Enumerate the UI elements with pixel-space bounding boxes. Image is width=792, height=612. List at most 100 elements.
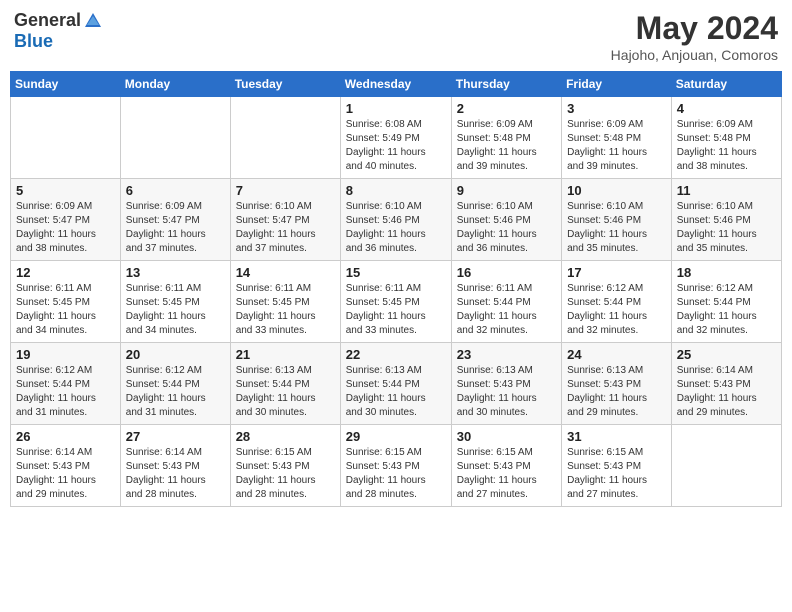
day-info: Sunrise: 6:10 AM Sunset: 5:46 PM Dayligh… bbox=[457, 200, 556, 256]
day-info: Sunrise: 6:11 AM Sunset: 5:45 PM Dayligh… bbox=[346, 282, 446, 338]
header-wednesday: Wednesday bbox=[340, 72, 451, 97]
week-row-4: 19 Sunrise: 6:12 AM Sunset: 5:44 PM Dayli… bbox=[11, 343, 782, 425]
day-info: Sunrise: 6:09 AM Sunset: 5:47 PM Dayligh… bbox=[126, 200, 225, 256]
calendar-cell bbox=[120, 97, 230, 179]
day-number: 25 bbox=[677, 347, 776, 362]
header-sunday: Sunday bbox=[11, 72, 121, 97]
day-number: 16 bbox=[457, 265, 556, 280]
day-number: 2 bbox=[457, 101, 556, 116]
day-info: Sunrise: 6:10 AM Sunset: 5:46 PM Dayligh… bbox=[677, 200, 776, 256]
day-info: Sunrise: 6:15 AM Sunset: 5:43 PM Dayligh… bbox=[457, 446, 556, 502]
calendar-cell: 14Sunrise: 6:11 AM Sunset: 5:45 PM Dayli… bbox=[230, 261, 340, 343]
day-number: 22 bbox=[346, 347, 446, 362]
day-info: Sunrise: 6:14 AM Sunset: 5:43 PM Dayligh… bbox=[677, 364, 776, 420]
week-row-1: 1 Sunrise: 6:08 AM Sunset: 5:49 PM Daylig… bbox=[11, 97, 782, 179]
day-info: Sunrise: 6:13 AM Sunset: 5:43 PM Dayligh… bbox=[457, 364, 556, 420]
logo-general-text: General bbox=[14, 10, 81, 31]
day-number: 4 bbox=[677, 101, 776, 116]
week-row-2: 5Sunrise: 6:09 AM Sunset: 5:47 PM Daylig… bbox=[11, 179, 782, 261]
day-info: Sunrise: 6:15 AM Sunset: 5:43 PM Dayligh… bbox=[567, 446, 666, 502]
day-info: Sunrise: 6:10 AM Sunset: 5:46 PM Dayligh… bbox=[346, 200, 446, 256]
day-number: 24 bbox=[567, 347, 666, 362]
calendar-cell: 7 Sunrise: 6:10 AM Sunset: 5:47 PM Daylig… bbox=[230, 179, 340, 261]
header-monday: Monday bbox=[120, 72, 230, 97]
logo: General Blue bbox=[14, 10, 103, 52]
calendar-cell bbox=[11, 97, 121, 179]
day-info: Sunrise: 6:09 AM Sunset: 5:48 PM Dayligh… bbox=[457, 118, 556, 174]
day-info: Sunrise: 6:10 AM Sunset: 5:46 PM Dayligh… bbox=[567, 200, 666, 256]
day-number: 20 bbox=[126, 347, 225, 362]
day-number: 13 bbox=[126, 265, 225, 280]
day-info: Sunrise: 6:09 AM Sunset: 5:48 PM Dayligh… bbox=[567, 118, 666, 174]
day-number: 15 bbox=[346, 265, 446, 280]
calendar-cell: 9 Sunrise: 6:10 AM Sunset: 5:46 PM Daylig… bbox=[451, 179, 561, 261]
day-number: 29 bbox=[346, 429, 446, 444]
calendar-cell: 26 Sunrise: 6:14 AM Sunset: 5:43 PM Dayli… bbox=[11, 425, 121, 507]
calendar-cell: 1 Sunrise: 6:08 AM Sunset: 5:49 PM Daylig… bbox=[340, 97, 451, 179]
calendar-cell: 29 Sunrise: 6:15 AM Sunset: 5:43 PM Dayli… bbox=[340, 425, 451, 507]
calendar-cell: 23 Sunrise: 6:13 AM Sunset: 5:43 PM Dayli… bbox=[451, 343, 561, 425]
calendar-cell: 18 Sunrise: 6:12 AM Sunset: 5:44 PM Dayli… bbox=[671, 261, 781, 343]
calendar-cell: 21 Sunrise: 6:13 AM Sunset: 5:44 PM Dayli… bbox=[230, 343, 340, 425]
day-info: Sunrise: 6:12 AM Sunset: 5:44 PM Dayligh… bbox=[677, 282, 776, 338]
calendar-cell: 10 Sunrise: 6:10 AM Sunset: 5:46 PM Dayli… bbox=[562, 179, 672, 261]
calendar-cell: 25 Sunrise: 6:14 AM Sunset: 5:43 PM Dayli… bbox=[671, 343, 781, 425]
day-number: 10 bbox=[567, 183, 666, 198]
day-info: Sunrise: 6:08 AM Sunset: 5:49 PM Dayligh… bbox=[346, 118, 446, 174]
day-number: 7 bbox=[236, 183, 335, 198]
day-number: 12 bbox=[16, 265, 115, 280]
calendar-cell bbox=[671, 425, 781, 507]
day-number: 23 bbox=[457, 347, 556, 362]
calendar-cell: 6 Sunrise: 6:09 AM Sunset: 5:47 PM Daylig… bbox=[120, 179, 230, 261]
header-thursday: Thursday bbox=[451, 72, 561, 97]
day-number: 9 bbox=[457, 183, 556, 198]
day-info: Sunrise: 6:15 AM Sunset: 5:43 PM Dayligh… bbox=[236, 446, 335, 502]
day-number: 27 bbox=[126, 429, 225, 444]
header-tuesday: Tuesday bbox=[230, 72, 340, 97]
day-info: Sunrise: 6:11 AM Sunset: 5:45 PM Dayligh… bbox=[236, 282, 335, 338]
day-info: Sunrise: 6:12 AM Sunset: 5:44 PM Dayligh… bbox=[16, 364, 115, 420]
calendar-cell: 28Sunrise: 6:15 AM Sunset: 5:43 PM Dayli… bbox=[230, 425, 340, 507]
calendar-cell: 17Sunrise: 6:12 AM Sunset: 5:44 PM Dayli… bbox=[562, 261, 672, 343]
header-saturday: Saturday bbox=[671, 72, 781, 97]
day-number: 19 bbox=[16, 347, 115, 362]
calendar-cell: 2 Sunrise: 6:09 AM Sunset: 5:48 PM Daylig… bbox=[451, 97, 561, 179]
day-number: 11 bbox=[677, 183, 776, 198]
logo-blue-text: Blue bbox=[14, 31, 53, 52]
day-info: Sunrise: 6:10 AM Sunset: 5:47 PM Dayligh… bbox=[236, 200, 335, 256]
week-row-3: 12 Sunrise: 6:11 AM Sunset: 5:45 PM Dayli… bbox=[11, 261, 782, 343]
day-number: 6 bbox=[126, 183, 225, 198]
day-number: 17 bbox=[567, 265, 666, 280]
day-info: Sunrise: 6:14 AM Sunset: 5:43 PM Dayligh… bbox=[16, 446, 115, 502]
month-year-title: May 2024 bbox=[611, 10, 778, 47]
logo-icon bbox=[83, 11, 103, 31]
header-friday: Friday bbox=[562, 72, 672, 97]
day-info: Sunrise: 6:12 AM Sunset: 5:44 PM Dayligh… bbox=[126, 364, 225, 420]
day-number: 21 bbox=[236, 347, 335, 362]
day-info: Sunrise: 6:11 AM Sunset: 5:45 PM Dayligh… bbox=[16, 282, 115, 338]
day-number: 31 bbox=[567, 429, 666, 444]
week-row-5: 26 Sunrise: 6:14 AM Sunset: 5:43 PM Dayli… bbox=[11, 425, 782, 507]
calendar-cell: 5Sunrise: 6:09 AM Sunset: 5:47 PM Daylig… bbox=[11, 179, 121, 261]
calendar-cell bbox=[230, 97, 340, 179]
day-info: Sunrise: 6:11 AM Sunset: 5:44 PM Dayligh… bbox=[457, 282, 556, 338]
day-info: Sunrise: 6:09 AM Sunset: 5:47 PM Dayligh… bbox=[16, 200, 115, 256]
calendar-cell: 3 Sunrise: 6:09 AM Sunset: 5:48 PM Daylig… bbox=[562, 97, 672, 179]
calendar-table: SundayMondayTuesdayWednesdayThursdayFrid… bbox=[10, 71, 782, 507]
day-info: Sunrise: 6:15 AM Sunset: 5:43 PM Dayligh… bbox=[346, 446, 446, 502]
calendar-cell: 16 Sunrise: 6:11 AM Sunset: 5:44 PM Dayli… bbox=[451, 261, 561, 343]
day-info: Sunrise: 6:13 AM Sunset: 5:43 PM Dayligh… bbox=[567, 364, 666, 420]
page-header: General Blue May 2024 Hajoho, Anjouan, C… bbox=[10, 10, 782, 63]
calendar-cell: 19 Sunrise: 6:12 AM Sunset: 5:44 PM Dayli… bbox=[11, 343, 121, 425]
calendar-cell: 30Sunrise: 6:15 AM Sunset: 5:43 PM Dayli… bbox=[451, 425, 561, 507]
calendar-cell: 4Sunrise: 6:09 AM Sunset: 5:48 PM Daylig… bbox=[671, 97, 781, 179]
day-info: Sunrise: 6:11 AM Sunset: 5:45 PM Dayligh… bbox=[126, 282, 225, 338]
calendar-cell: 8Sunrise: 6:10 AM Sunset: 5:46 PM Daylig… bbox=[340, 179, 451, 261]
day-number: 26 bbox=[16, 429, 115, 444]
calendar-cell: 12 Sunrise: 6:11 AM Sunset: 5:45 PM Dayli… bbox=[11, 261, 121, 343]
day-number: 3 bbox=[567, 101, 666, 116]
day-number: 18 bbox=[677, 265, 776, 280]
day-info: Sunrise: 6:13 AM Sunset: 5:44 PM Dayligh… bbox=[236, 364, 335, 420]
calendar-cell: 11 Sunrise: 6:10 AM Sunset: 5:46 PM Dayli… bbox=[671, 179, 781, 261]
day-number: 1 bbox=[346, 101, 446, 116]
